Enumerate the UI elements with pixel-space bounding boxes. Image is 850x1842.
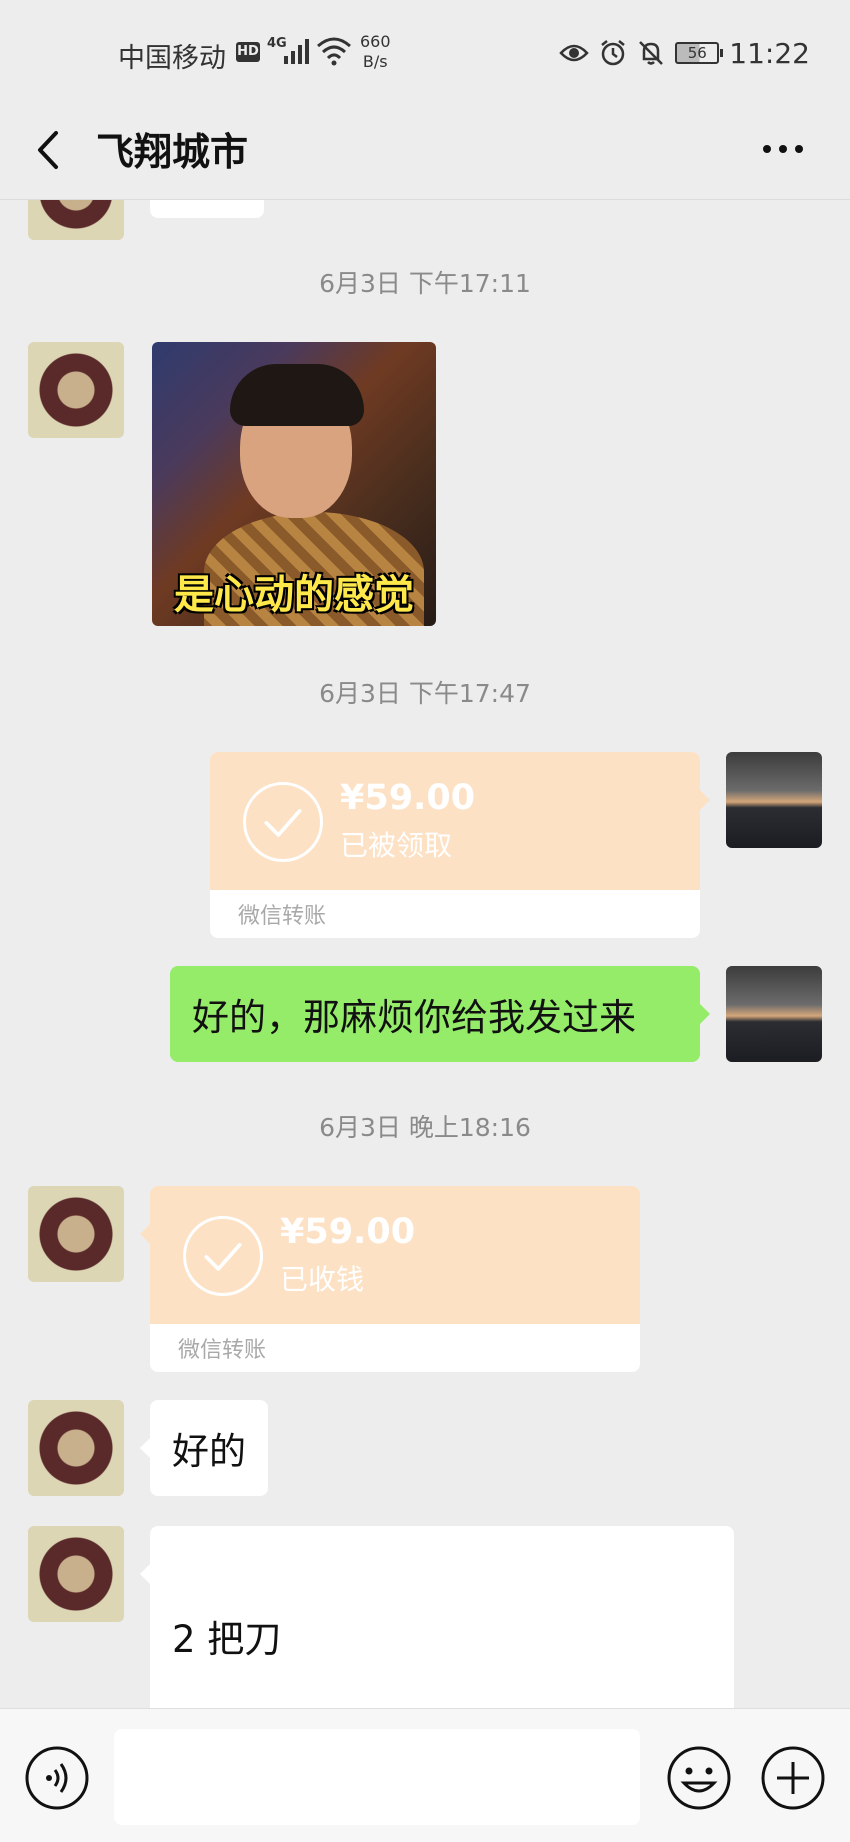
status-bar: 中国移动 HD 4G 660 B/s 56 11:22 [0,0,850,105]
input-bar [0,1708,850,1842]
clock: 11:22 [729,36,810,70]
sticker-hair [230,364,364,426]
voice-icon[interactable] [24,1745,90,1811]
back-arrow-icon[interactable] [28,123,68,177]
transfer-card[interactable]: ¥59.00 已被领取 微信转账 [210,752,700,938]
transfer-tail [700,790,710,810]
hd-badge: HD [236,42,260,62]
avatar-self[interactable] [726,966,822,1062]
transfer-footer: 微信转账 [238,904,327,929]
avatar[interactable] [28,1400,124,1496]
chat-area[interactable]: 6月3日 下午17:11 是心动的感觉 6月3日 下午17:47 ¥59.00 … [0,200,850,1708]
sticker-message[interactable]: 是心动的感觉 [152,342,436,626]
status-right: 56 11:22 [559,36,810,70]
chat-header: 飞翔城市 [0,105,850,200]
plus-icon[interactable] [760,1745,826,1811]
avatar[interactable] [28,1186,124,1282]
avatar[interactable] [28,1526,124,1622]
message-bubble-other[interactable]: 好的 [140,1400,268,1496]
transfer-status: 已收钱 [280,1263,365,1296]
eye-icon [559,44,590,62]
bell-off-icon [639,41,664,65]
wifi-icon [317,37,351,66]
battery-indicator: 56 [675,42,724,64]
more-icon[interactable] [758,129,808,169]
timestamp: 6月3日 下午17:47 [319,679,531,708]
transfer-amount: ¥59.00 [280,1212,416,1252]
check-icon [183,1216,263,1296]
avatar-self[interactable] [726,752,822,848]
speed-unit: B/s [362,52,388,71]
message-bubble-partial[interactable] [150,200,264,218]
avatar[interactable] [28,342,124,438]
signal-icon [284,39,309,64]
carrier-label: 中国移动 [118,43,226,74]
speed-value: 660 [360,32,391,51]
alarm-icon [601,40,626,66]
transfer-footer: 微信转账 [178,1338,267,1363]
transfer-tail [140,1224,150,1244]
check-icon [243,782,323,862]
timestamp: 6月3日 晚上18:16 [319,1113,531,1142]
timestamp: 6月3日 下午17:11 [319,269,531,298]
message-bubble-self[interactable]: 好的，那麻烦你给我发过来 [170,966,710,1062]
message-bubble-other[interactable]: 2 把刀 [140,1526,734,1708]
message-input[interactable] [114,1729,640,1825]
transfer-card[interactable]: ¥59.00 已收钱 微信转账 [150,1186,640,1372]
network-speed: 660 B/s [360,32,391,72]
transfer-status: 已被领取 [340,829,453,862]
sticker-caption: 是心动的感觉 [174,572,414,618]
chat-title: 飞翔城市 [96,130,249,174]
emoji-icon[interactable] [666,1745,732,1811]
transfer-amount: ¥59.00 [340,778,476,818]
avatar[interactable] [28,200,124,240]
